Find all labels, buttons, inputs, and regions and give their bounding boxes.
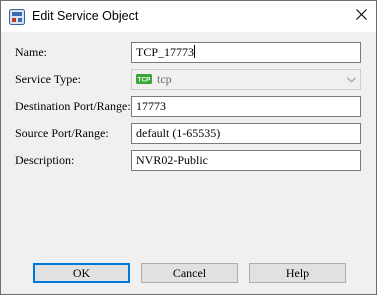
description-value: NVR02-Public [136,153,208,167]
chevron-down-icon[interactable] [343,70,360,89]
edit-service-object-dialog: Edit Service Object Name: TCP_17773 Serv… [0,0,377,295]
name-value: TCP_17773 [136,45,195,59]
title-bar[interactable]: Edit Service Object [1,1,376,32]
network-object-icon [9,9,25,25]
name-input[interactable]: TCP_17773 [131,42,361,63]
name-label: Name: [15,45,47,59]
help-button[interactable]: Help [249,263,346,283]
text-cursor [194,45,196,58]
window-title: Edit Service Object [32,9,139,23]
tcp-protocol-icon: TCP [136,73,152,84]
destination-port-input[interactable]: 17773 [131,96,361,117]
tcp-badge-text: TCP [138,77,152,84]
cancel-button[interactable]: Cancel [141,263,238,283]
source-port-value: default (1-65535) [136,126,221,140]
service-type-label: Service Type: [15,72,81,86]
description-label: Description: [15,153,75,167]
close-icon [355,9,367,24]
ok-button[interactable]: OK [33,263,130,283]
destination-port-value: 17773 [136,99,166,113]
service-type-value: tcp [157,72,172,86]
destination-port-label: Destination Port/Range: [15,99,131,113]
close-button[interactable] [346,1,376,32]
description-input[interactable]: NVR02-Public [131,150,361,171]
service-type-dropdown[interactable]: TCP tcp [131,69,361,90]
source-port-input[interactable]: default (1-65535) [131,123,361,144]
source-port-label: Source Port/Range: [15,126,109,140]
